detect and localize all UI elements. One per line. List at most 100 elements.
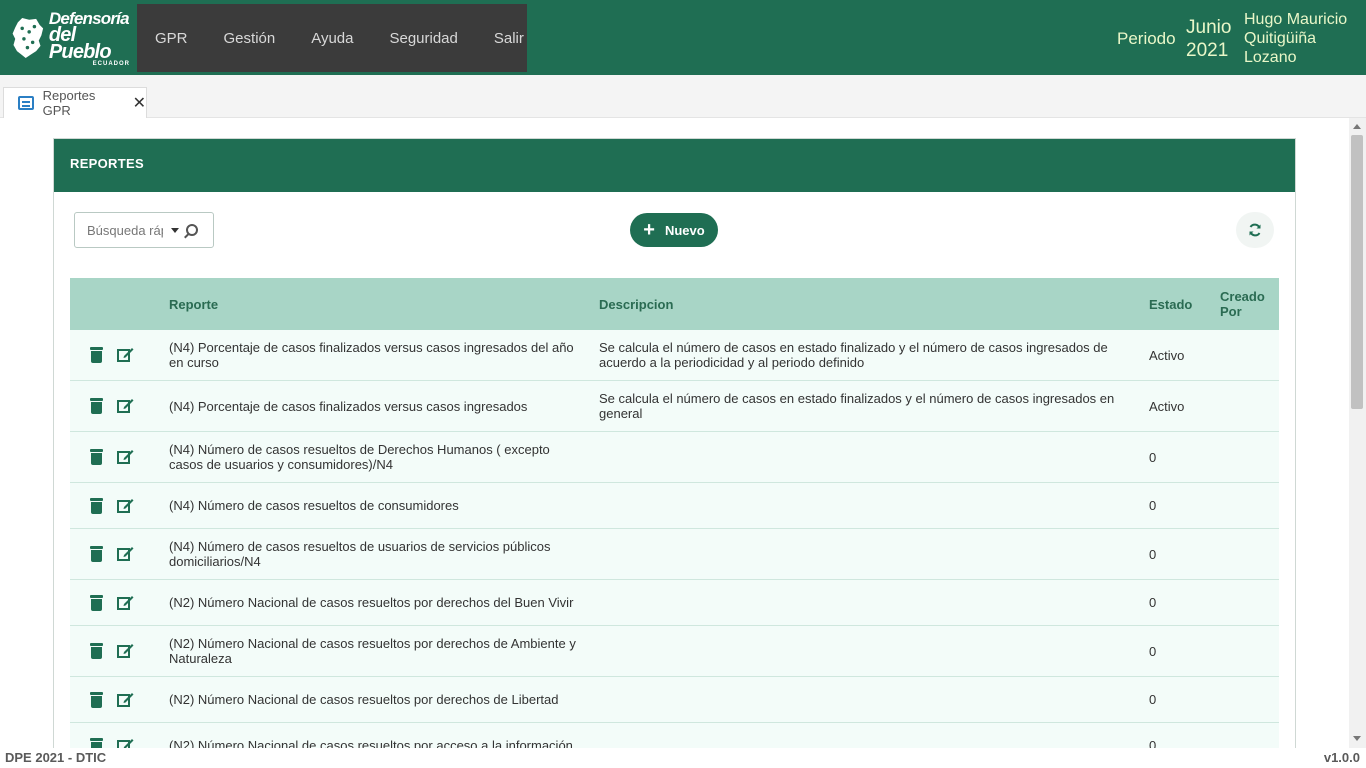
row-reporte: (N2) Número Nacional de casos resueltos …	[169, 636, 576, 666]
row-estado: 0	[1149, 546, 1157, 562]
trash-icon[interactable]	[90, 546, 103, 562]
menu-item-seguridad[interactable]: Seguridad	[389, 30, 457, 47]
trash-icon[interactable]	[90, 347, 103, 363]
row-descripcion	[599, 529, 1119, 579]
logo[interactable]: Defensoría del Pueblo ECUADOR	[10, 10, 130, 67]
row-estado: Activo	[1149, 347, 1185, 363]
row-reporte: (N4) Porcentaje de casos finalizados ver…	[169, 398, 528, 414]
row-actions	[70, 580, 154, 625]
edit-icon[interactable]	[117, 398, 134, 414]
footer-copyright: DPE 2021 - DTIC	[5, 750, 107, 765]
scroll-up-icon[interactable]	[1353, 124, 1361, 129]
col-creado-por[interactable]: Creado Por	[1220, 278, 1265, 330]
logo-line-2: del Pueblo	[48, 23, 112, 63]
menu-item-ayuda[interactable]: Ayuda	[311, 30, 353, 47]
trash-icon[interactable]	[90, 691, 103, 708]
tab-label: Reportes GPR	[42, 88, 96, 118]
row-actions	[70, 677, 154, 722]
tab-reportes-gpr[interactable]: Reportes GPR ✕	[3, 87, 147, 118]
row-descripcion	[599, 626, 1119, 676]
reports-table: Reporte Descripcion Estado Creado Por (N…	[70, 278, 1279, 768]
scroll-thumb[interactable]	[1351, 135, 1363, 409]
table-row[interactable]: (N4) Número de casos resueltos de consum…	[70, 483, 1279, 529]
col-reporte[interactable]: Reporte	[169, 278, 218, 330]
edit-icon[interactable]	[117, 498, 134, 514]
row-actions	[70, 381, 154, 431]
row-actions	[70, 483, 154, 528]
edit-icon[interactable]	[117, 595, 134, 611]
edit-icon[interactable]	[117, 643, 134, 659]
search-icon[interactable]	[186, 224, 198, 236]
trash-icon[interactable]	[90, 449, 103, 465]
ecuador-map-icon	[12, 17, 44, 59]
row-actions	[70, 626, 154, 676]
main-menu: GPR Gestión Ayuda Seguridad Salir	[137, 4, 527, 72]
menu-item-salir[interactable]: Salir	[494, 30, 524, 47]
period-label: Periodo	[1117, 29, 1176, 48]
table-row[interactable]: (N4) Número de casos resueltos de usuari…	[70, 529, 1279, 580]
row-reporte: (N4) Número de casos resueltos de Derech…	[169, 442, 550, 472]
menu-item-gpr[interactable]: GPR	[155, 30, 188, 47]
row-reporte: (N4) Número de casos resueltos de usuari…	[169, 539, 551, 569]
table-row[interactable]: (N4) Porcentaje de casos finalizados ver…	[70, 381, 1279, 432]
vertical-scrollbar[interactable]	[1349, 118, 1366, 748]
menu-item-gestion[interactable]: Gestión	[224, 30, 276, 47]
scroll-down-icon[interactable]	[1353, 736, 1361, 741]
quick-search[interactable]: Búsqueda ráp	[74, 212, 214, 248]
user-name-line-2: Quitigüiña	[1244, 30, 1317, 47]
row-reporte: (N2) Número Nacional de casos resueltos …	[169, 595, 574, 610]
edit-icon[interactable]	[117, 449, 134, 465]
period-value[interactable]: Junio 2021	[1186, 16, 1231, 62]
table-header: Reporte Descripcion Estado Creado Por	[70, 278, 1279, 330]
report-icon	[18, 96, 34, 110]
tab-bar: Reportes GPR ✕	[0, 75, 1366, 118]
table-row[interactable]: (N4) Porcentaje de casos finalizados ver…	[70, 330, 1279, 381]
close-icon[interactable]: ✕	[133, 93, 146, 113]
col-descripcion[interactable]: Descripcion	[599, 278, 673, 330]
edit-icon[interactable]	[117, 692, 134, 708]
row-reporte: (N4) Porcentaje de casos finalizados ver…	[169, 340, 574, 370]
chevron-down-icon[interactable]	[171, 227, 179, 233]
row-estado: Activo	[1149, 398, 1185, 414]
row-estado: 0	[1149, 595, 1157, 610]
row-actions	[70, 432, 154, 482]
row-reporte: (N2) Número Nacional de casos resueltos …	[169, 692, 559, 707]
edit-icon[interactable]	[117, 347, 134, 363]
table-row[interactable]: (N4) Número de casos resueltos de Derech…	[70, 432, 1279, 483]
logo-text: Defensoría del Pueblo ECUADOR	[49, 10, 130, 67]
user-name-line-3: Lozano	[1244, 49, 1297, 66]
new-button[interactable]: + Nuevo	[630, 213, 718, 247]
col-creado-line-2: Por	[1220, 304, 1242, 319]
user-name[interactable]: Hugo Mauricio Quitigüiña Lozano	[1244, 10, 1364, 67]
edit-icon[interactable]	[117, 546, 134, 562]
period-month: Junio	[1186, 17, 1232, 38]
reports-panel: REPORTES Búsqueda ráp + Nuevo Reporte De…	[53, 138, 1296, 768]
row-descripcion	[599, 580, 1119, 625]
row-reporte: (N4) Número de casos resueltos de consum…	[169, 498, 459, 513]
user-name-line-1: Hugo Mauricio	[1244, 11, 1348, 28]
row-descripcion: Se calcula el número de casos en estado …	[599, 391, 1115, 421]
panel-title: REPORTES	[54, 139, 1295, 192]
search-input[interactable]: Búsqueda ráp	[87, 223, 163, 238]
footer: DPE 2021 - DTIC v1.0.0	[0, 748, 1366, 768]
table-row[interactable]: (N2) Número Nacional de casos resueltos …	[70, 677, 1279, 723]
col-estado[interactable]: Estado	[1149, 278, 1192, 330]
refresh-button[interactable]	[1236, 212, 1274, 248]
row-actions	[70, 330, 154, 380]
table-row[interactable]: (N2) Número Nacional de casos resueltos …	[70, 626, 1279, 677]
row-descripcion: Se calcula el número de casos en estado …	[599, 340, 1108, 370]
plus-icon: +	[643, 219, 655, 241]
period-year: 2021	[1186, 40, 1229, 61]
trash-icon[interactable]	[90, 497, 103, 514]
row-estado: 0	[1149, 498, 1157, 513]
new-button-label: Nuevo	[664, 222, 705, 238]
top-header: Defensoría del Pueblo ECUADOR GPR Gestió…	[0, 0, 1366, 75]
trash-icon[interactable]	[90, 398, 103, 414]
table-row[interactable]: (N2) Número Nacional de casos resueltos …	[70, 580, 1279, 626]
trash-icon[interactable]	[90, 643, 103, 659]
row-descripcion	[599, 483, 1119, 528]
col-creado-line-1: Creado	[1220, 289, 1265, 304]
row-actions	[70, 529, 154, 579]
trash-icon[interactable]	[90, 594, 103, 611]
row-estado: 0	[1149, 692, 1157, 707]
